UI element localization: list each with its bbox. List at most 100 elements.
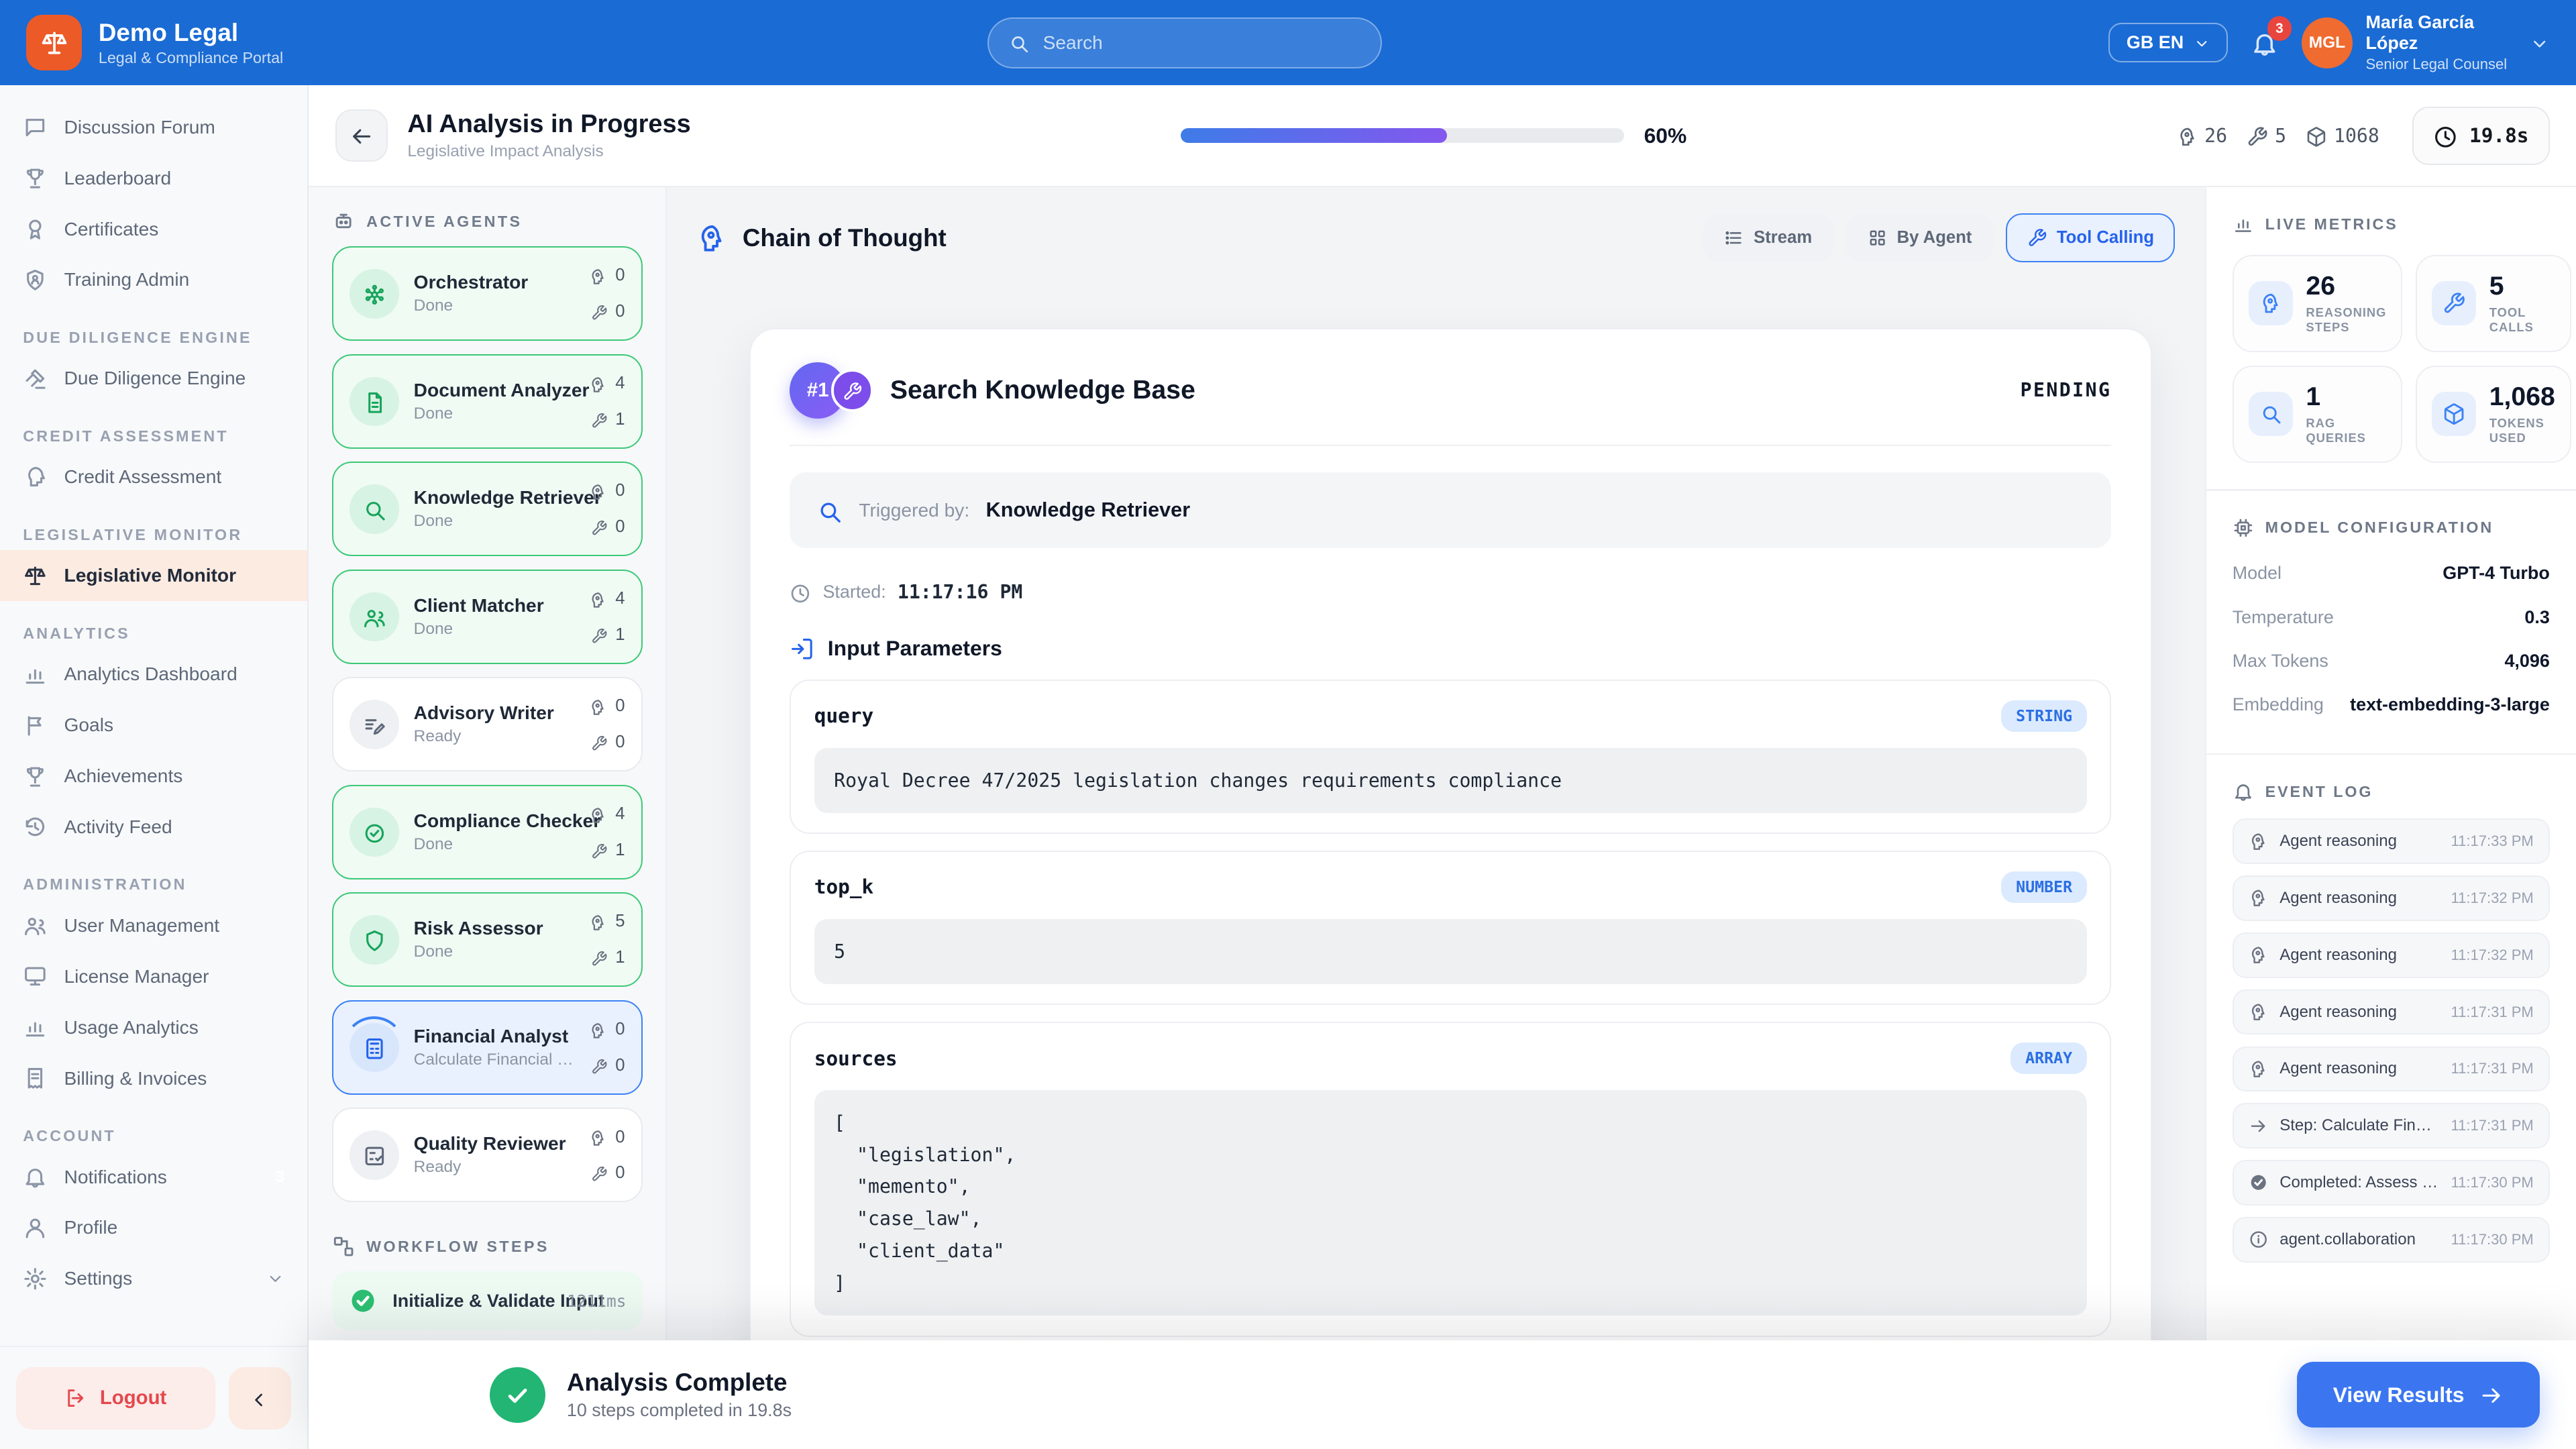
sidebar-item-user-management[interactable]: User Management [0, 900, 307, 951]
chart-icon [2233, 213, 2254, 235]
input-parameters-header: Input Parameters [790, 633, 2111, 663]
chart-icon [23, 662, 48, 687]
list-icon [1724, 228, 1743, 248]
back-button[interactable] [335, 109, 388, 162]
parameter-value: [ "legislation", "memento", "case_law", … [814, 1090, 2087, 1316]
agent-counts: 5 1 [589, 907, 625, 973]
agent-status: Done [414, 405, 574, 423]
search-input[interactable] [1043, 32, 1361, 54]
config-label: Temperature [2233, 607, 2334, 628]
completion-bar: Analysis Complete 10 steps completed in … [309, 1340, 2576, 1449]
metric-tokens-used: 1,068 TOKENS USED [2416, 366, 2571, 463]
hub-icon [362, 282, 387, 307]
sidebar-item-certificates[interactable]: Certificates [0, 204, 307, 255]
page-subtitle: Legislative Impact Analysis [407, 142, 690, 161]
triggered-by-label: Triggered by: [859, 500, 969, 521]
wrench-icon [591, 735, 607, 751]
event-time: 11:17:31 PM [2451, 1060, 2533, 1077]
wrench-icon [591, 951, 607, 967]
sidebar-item-usage-analytics[interactable]: Usage Analytics [0, 1002, 307, 1053]
user-menu[interactable]: MGL María García López Senior Legal Coun… [2302, 12, 2507, 72]
headgear-icon [2249, 945, 2268, 965]
global-search[interactable] [987, 17, 1382, 68]
sidebar-section: ACCOUNT Notifications 3 Profile Settings [0, 1127, 307, 1304]
gavel-icon [23, 366, 48, 391]
metrics-panel: LIVE METRICS 26 REASONING STEPS [2205, 187, 2576, 1449]
metric-tool-calls: 5 TOOL CALLS [2416, 255, 2571, 352]
sidebar-collapse-button[interactable] [229, 1367, 291, 1430]
agent-card-orchestrator[interactable]: Orchestrator Done 0 0 [332, 246, 643, 341]
sidebar-item-goals[interactable]: Goals [0, 700, 307, 751]
sidebar-item-icon [23, 268, 48, 292]
notifications-button[interactable]: 3 [2251, 28, 2279, 57]
sidebar-item-achievements[interactable]: Achievements [0, 751, 307, 802]
model-config-title: MODEL CONFIGURATION [2265, 519, 2493, 537]
sidebar-item-due-diligence-engine[interactable]: Due Diligence Engine [0, 353, 307, 404]
sidebar-item-leaderboard[interactable]: Leaderboard [0, 153, 307, 204]
sidebar-item-label: Achievements [64, 765, 183, 787]
language-selector[interactable]: GB EN [2108, 23, 2227, 62]
sidebar-item-label: Activity Feed [64, 816, 172, 838]
sidebar-item-icon [23, 217, 48, 241]
sidebar-item-icon [23, 1267, 48, 1291]
sidebar-item-activity-feed[interactable]: Activity Feed [0, 802, 307, 853]
reasoning-count-icon [589, 584, 607, 613]
agent-card-quality-reviewer[interactable]: Quality Reviewer Ready 0 0 [332, 1108, 643, 1202]
sidebar-item-settings[interactable]: Settings [0, 1253, 307, 1304]
view-toggle-by-agent[interactable]: By Agent [1846, 213, 1993, 262]
view-toggle-icon [1724, 228, 1743, 248]
view-toggle-group: Stream By Agent Tool Calling [1703, 213, 2176, 262]
sidebar-section-title: DUE DILIGENCE ENGINE [23, 329, 284, 347]
user-role: Senior Legal Counsel [2365, 56, 2507, 73]
agent-card-advisory-writer[interactable]: Advisory Writer Ready 0 0 [332, 677, 643, 771]
sidebar-item-credit-assessment[interactable]: Credit Assessment [0, 451, 307, 502]
brand[interactable]: Demo Legal Legal & Compliance Portal [26, 15, 283, 70]
tool-count-icon [591, 297, 607, 327]
search-icon [2259, 402, 2282, 425]
metric-icon [2249, 281, 2293, 325]
sidebar-item-discussion-forum[interactable]: Discussion Forum [0, 102, 307, 153]
sidebar-item-training-admin[interactable]: Training Admin [0, 255, 307, 306]
view-toggle-stream[interactable]: Stream [1703, 213, 1833, 262]
logout-label: Logout [100, 1387, 167, 1409]
clock-icon [2433, 121, 2458, 150]
reasoning-count-icon [589, 261, 607, 290]
wrench-icon [591, 1059, 607, 1075]
metrics-icon [2233, 213, 2254, 235]
sidebar-item-profile[interactable]: Profile [0, 1202, 307, 1253]
sidebar: Discussion Forum Leaderboard Certificate… [0, 85, 309, 1449]
agent-card-knowledge-retriever[interactable]: Knowledge Retriever Done 0 0 [332, 462, 643, 556]
agent-card-compliance-checker[interactable]: Compliance Checker Done 4 1 [332, 785, 643, 879]
headgear-icon [589, 591, 607, 609]
event-log-header: EVENT LOG [2233, 781, 2550, 802]
agent-card-risk-assessor[interactable]: Risk Assessor Done 5 1 [332, 892, 643, 987]
workflow-step-initialize-validate-input[interactable]: Initialize & Validate Input 1211ms [332, 1271, 643, 1330]
parameter-type-badge: NUMBER [2001, 871, 2087, 903]
avatar: MGL [2302, 17, 2353, 68]
sidebar-item-license-manager[interactable]: License Manager [0, 951, 307, 1002]
sidebar-item-notifications[interactable]: Notifications 3 [0, 1152, 307, 1203]
view-toggle-tool-calling[interactable]: Tool Calling [2006, 213, 2175, 262]
sidebar-item-billing-invoices[interactable]: Billing & Invoices [0, 1053, 307, 1104]
agent-card-financial-analyst[interactable]: Financial Analyst Calculate Financial Im… [332, 1000, 643, 1095]
user-chevron-icon[interactable] [2530, 28, 2549, 58]
sidebar-item-legislative-monitor[interactable]: Legislative Monitor [0, 550, 307, 601]
sidebar-section-title: LEGISLATIVE MONITOR [23, 526, 284, 544]
workflow-icon [332, 1235, 355, 1258]
agent-card-document-analyzer[interactable]: Document Analyzer Done 4 1 [332, 354, 643, 449]
agent-status: Done [414, 512, 574, 531]
arrowright-icon [2249, 1116, 2268, 1136]
view-results-button[interactable]: View Results [2297, 1362, 2540, 1428]
info-icon [2249, 1230, 2268, 1249]
check-icon [504, 1383, 531, 1409]
sidebar-item-icon [23, 914, 48, 938]
logout-button[interactable]: Logout [16, 1367, 215, 1430]
sidebar-item-label: Billing & Invoices [64, 1068, 207, 1089]
completion-subtitle: 10 steps completed in 19.8s [567, 1400, 792, 1421]
event-time: 11:17:32 PM [2451, 890, 2533, 907]
agent-card-client-matcher[interactable]: Client Matcher Done 4 1 [332, 570, 643, 664]
sidebar-item-label: Credit Assessment [64, 466, 222, 488]
sidebar-item-analytics-dashboard[interactable]: Analytics Dashboard [0, 649, 307, 700]
reasoning-count-icon [589, 476, 607, 506]
wrench-icon [843, 382, 862, 401]
